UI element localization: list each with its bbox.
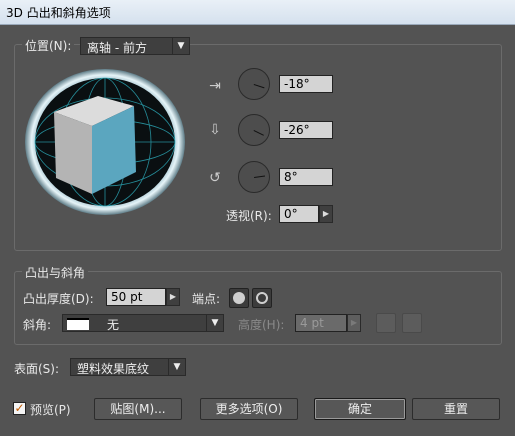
cap-on-icon [233,292,245,304]
bevel-in-button [402,313,422,333]
height-label: 高度(H): [238,318,285,332]
perspective-slider-button[interactable]: ▶ [319,205,333,223]
position-label: 位置(N): [22,37,75,54]
x-rotation-dial[interactable] [238,68,270,100]
chevron-down-icon: ▼ [172,38,189,54]
y-axis-icon: ⇩ [209,122,221,138]
position-preset-value: 离轴 - 前方 [87,41,147,55]
cap-label: 端点: [192,292,221,306]
bevel-out-button [376,313,396,333]
bevel-value: 无 [107,318,120,332]
chevron-down-icon: ▼ [168,359,185,375]
perspective-field[interactable]: 0° [279,205,319,223]
surface-dropdown[interactable]: 塑料效果底纹 ▼ [70,358,186,376]
z-axis-icon: ↺ [209,170,221,186]
y-rotation-dial[interactable] [238,114,270,146]
extrude-group-title: 凸出与斜角 [22,264,89,281]
z-rotation-field[interactable]: 8° [279,168,333,186]
track-cube[interactable] [24,68,186,216]
surface-label: 表面(S): [14,362,60,376]
extrude-group [14,271,502,345]
cap-off-icon [256,292,268,304]
surface-value: 塑料效果底纹 [77,362,150,376]
bevel-dropdown[interactable]: 无 ▼ [62,314,224,332]
more-options-button[interactable]: 更多选项(O) [200,398,298,420]
depth-slider-button[interactable]: ▶ [166,288,180,306]
cap-on-button[interactable] [229,288,249,308]
position-preset-dropdown[interactable]: 离轴 - 前方 ▼ [80,37,190,55]
depth-field[interactable]: 50 pt [106,288,166,306]
depth-label: 凸出厚度(D): [23,292,94,306]
map-button[interactable]: 贴图(M)... [94,398,182,420]
bevel-swatch [67,318,89,330]
bevel-label: 斜角: [23,318,52,332]
perspective-label: 透视(R): [226,209,272,223]
y-rotation-field[interactable]: -26° [279,121,333,139]
height-slider-button: ▶ [347,314,361,332]
height-field: 4 pt [295,314,347,332]
preview-label[interactable]: 预览(P) [30,401,71,418]
z-rotation-dial[interactable] [238,161,270,193]
cap-off-button[interactable] [252,288,272,308]
x-axis-icon: ⇥ [209,78,221,94]
title-bar: 3D 凸出和斜角选项 [0,0,515,25]
window-title: 3D 凸出和斜角选项 [6,6,111,20]
chevron-down-icon: ▼ [206,315,223,331]
x-rotation-field[interactable]: -18° [279,75,333,93]
reset-button[interactable]: 重置 [412,398,500,420]
preview-checkbox[interactable]: ✓ [13,402,26,415]
ok-button[interactable]: 确定 [314,398,406,420]
